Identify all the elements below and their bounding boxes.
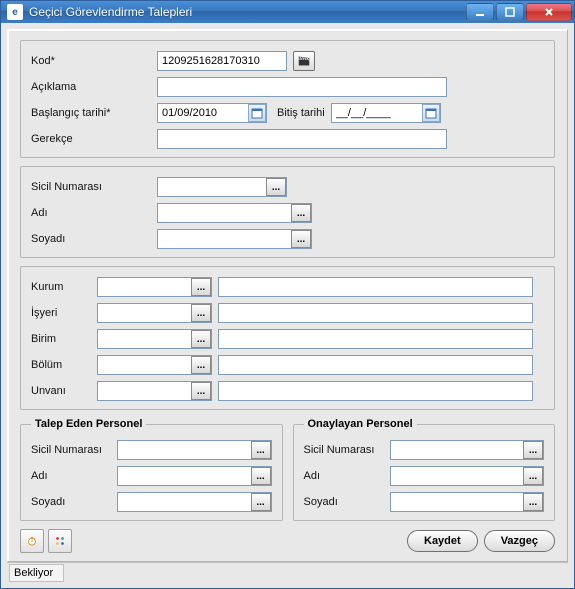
main-panel: Kod* Açıklama Başlangıç tarihi* [7,29,568,562]
status-text: Bekliyor [9,564,64,582]
soyadi-lookup-button[interactable]: ... [291,230,311,248]
on-soyadi-lookup-button[interactable]: ... [523,493,543,511]
legend-talep-eden: Talep Eden Personel [31,418,146,430]
close-button[interactable] [526,3,572,21]
bitis-calendar-button[interactable] [422,104,440,122]
soyadi-input[interactable] [157,229,312,249]
isyeri-name-input[interactable] [218,303,533,323]
label-on-sicil: Sicil Numarası [304,444,384,456]
legend-onaylayan: Onaylayan Personel [304,418,417,430]
generate-kod-button[interactable] [293,51,315,71]
on-soyadi-input[interactable] [390,492,545,512]
label-te-adi: Adı [31,470,111,482]
footer-toolbar: Kaydet Vazgeç [20,529,555,553]
te-adi-input[interactable] [117,466,272,486]
on-sicil-lookup-button[interactable]: ... [523,441,543,459]
baslangic-calendar-button[interactable] [248,104,266,122]
window-buttons [466,3,572,21]
kurum-lookup-button[interactable]: ... [191,278,211,296]
birim-lookup-button[interactable]: ... [191,330,211,348]
bolum-name-input[interactable] [218,355,533,375]
nodes-button[interactable] [48,529,72,553]
on-sicil-input[interactable] [390,440,545,460]
te-soyadi-input[interactable] [117,492,272,512]
clapper-icon [298,55,310,67]
aciklama-input[interactable] [157,77,447,97]
personnel-columns: Talep Eden Personel Sicil Numarası ... A… [20,418,555,527]
label-adi: Adı [31,207,151,219]
section-personel: Sicil Numarası ... Adı ... Soyadı [20,166,555,258]
timer-button[interactable] [20,529,44,553]
statusbar: Bekliyor [7,562,568,582]
adi-input[interactable] [157,203,312,223]
label-baslangic: Başlangıç tarihi* [31,107,151,119]
gerekce-input[interactable] [157,129,447,149]
adi-lookup-button[interactable]: ... [291,204,311,222]
calendar-icon [251,107,263,119]
te-adi-lookup-button[interactable]: ... [251,467,271,485]
unvani-name-input[interactable] [218,381,533,401]
te-sicil-lookup-button[interactable]: ... [251,441,271,459]
label-gerekce: Gerekçe [31,133,151,145]
kurum-name-input[interactable] [218,277,533,297]
label-te-soyadi: Soyadı [31,496,111,508]
nodes-icon [55,533,65,549]
isyeri-lookup-button[interactable]: ... [191,304,211,322]
label-aciklama: Açıklama [31,81,151,93]
label-on-soyadi: Soyadı [304,496,384,508]
calendar-icon [425,107,437,119]
label-bitis: Bitiş tarihi [277,107,325,119]
kaydet-button[interactable]: Kaydet [407,530,478,552]
app-window: e Geçici Görevlendirme Talepleri Kod* [0,0,575,589]
kod-input[interactable] [157,51,287,71]
on-adi-input[interactable] [390,466,545,486]
on-adi-lookup-button[interactable]: ... [523,467,543,485]
label-unvani: Unvanı [31,385,91,397]
unvani-lookup-button[interactable]: ... [191,382,211,400]
section-general: Kod* Açıklama Başlangıç tarihi* [20,40,555,158]
label-bolum: Bölüm [31,359,91,371]
minimize-button[interactable] [466,3,494,21]
section-organization: Kurum ... İşyeri ... Birim [20,266,555,410]
bolum-lookup-button[interactable]: ... [191,356,211,374]
label-kurum: Kurum [31,281,91,293]
titlebar[interactable]: e Geçici Görevlendirme Talepleri [1,1,574,23]
label-isyeri: İşyeri [31,307,91,319]
label-birim: Birim [31,333,91,345]
label-te-sicil: Sicil Numarası [31,444,111,456]
section-onaylayan: Onaylayan Personel Sicil Numarası ... Ad… [293,418,556,521]
birim-name-input[interactable] [218,329,533,349]
vazgec-button[interactable]: Vazgeç [484,530,555,552]
label-sicil: Sicil Numarası [31,181,151,193]
stopwatch-icon [27,533,37,549]
app-icon: e [7,4,23,20]
label-soyadi: Soyadı [31,233,151,245]
maximize-button[interactable] [496,3,524,21]
window-title: Geçici Görevlendirme Talepleri [29,5,466,19]
section-talep-eden: Talep Eden Personel Sicil Numarası ... A… [20,418,283,521]
sicil-lookup-button[interactable]: ... [266,178,286,196]
label-kod: Kod* [31,55,151,67]
label-on-adi: Adı [304,470,384,482]
client-area: Kod* Açıklama Başlangıç tarihi* [1,23,574,588]
te-soyadi-lookup-button[interactable]: ... [251,493,271,511]
te-sicil-input[interactable] [117,440,272,460]
